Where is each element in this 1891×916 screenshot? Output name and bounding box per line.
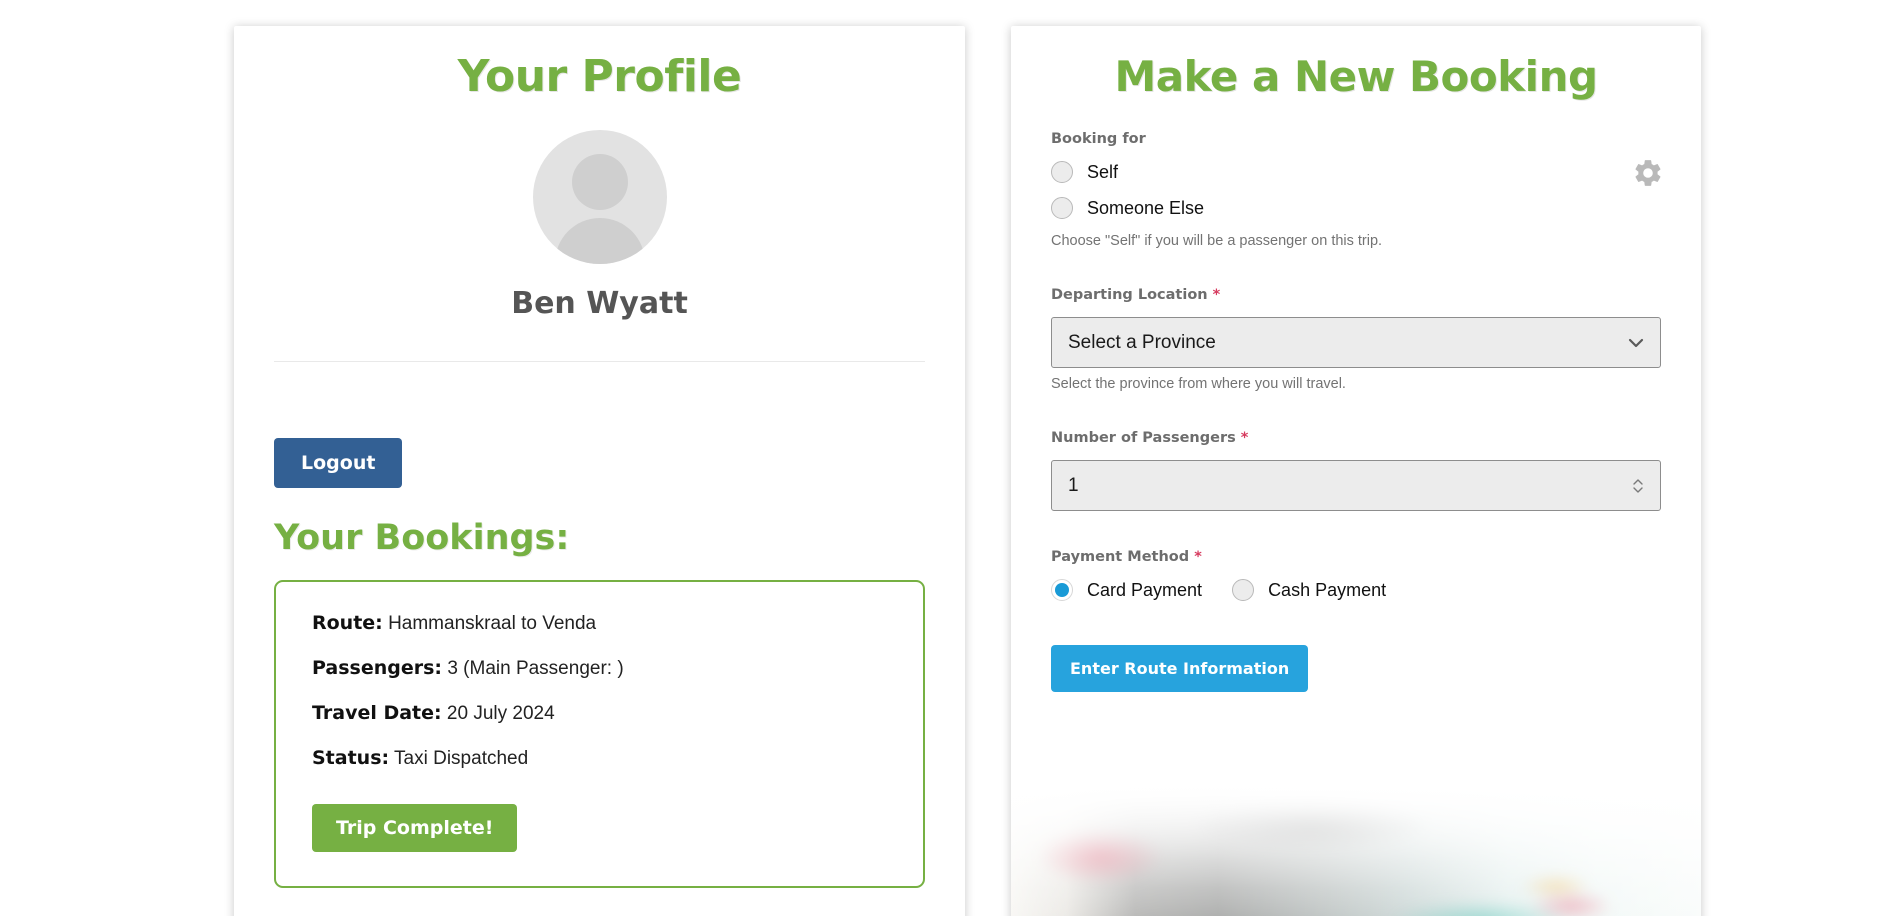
page-root: Your Profile Ben Wyatt Logout Your Booki…	[0, 0, 1891, 916]
radio-someone-else-icon[interactable]	[1051, 197, 1073, 219]
spinner-up-down-icon[interactable]	[1632, 477, 1644, 495]
payment-method-group: Card Payment Cash Payment	[1051, 579, 1661, 615]
radio-cash-payment-icon[interactable]	[1232, 579, 1255, 601]
number-of-passengers-required: *	[1240, 430, 1249, 446]
avatar-head	[571, 154, 628, 210]
booking-route-row: Route: Hammanskraal to Venda	[312, 612, 887, 635]
radio-option-self[interactable]: Self	[1051, 161, 1661, 183]
booking-travel-date-value: 20 July 2024	[446, 703, 555, 724]
departing-location-label-text: Departing Location	[1051, 287, 1208, 303]
status-badge: Taxi Dispatched	[394, 748, 529, 769]
radio-card-payment-icon[interactable]	[1051, 579, 1073, 601]
number-of-passengers-value: 1	[1068, 474, 1079, 496]
payment-method-required: *	[1194, 549, 1202, 565]
number-of-passengers-input[interactable]: 1	[1051, 460, 1661, 511]
radio-option-someone-else[interactable]: Someone Else	[1051, 197, 1661, 219]
booking-passengers-row: Passengers: 3 (Main Passenger: )	[312, 657, 887, 680]
number-of-passengers-label: Number of Passengers *	[1051, 430, 1661, 446]
profile-divider	[274, 361, 925, 362]
booking-route-label: Route:	[312, 612, 383, 634]
departing-location-label: Departing Location *	[1051, 287, 1661, 303]
radio-self-icon[interactable]	[1051, 161, 1073, 183]
radio-card-payment-label: Card Payment	[1087, 579, 1203, 600]
departing-location-select[interactable]: Select a Province	[1051, 317, 1661, 368]
radio-option-cash-payment[interactable]: Cash Payment	[1232, 579, 1386, 601]
chevron-down-icon	[1628, 335, 1644, 351]
booking-for-label: Booking for	[1051, 131, 1146, 147]
booking-travel-date-label: Travel Date:	[312, 702, 442, 724]
background-photo	[1011, 786, 1701, 916]
new-booking-card: Make a New Booking Booking for Self Some…	[1011, 26, 1701, 916]
profile-card: Your Profile Ben Wyatt Logout Your Booki…	[234, 26, 965, 916]
page-title: Your Profile	[457, 51, 742, 102]
booking-status-row: Status: Taxi Dispatched	[312, 747, 887, 770]
number-of-passengers-label-text: Number of Passengers	[1051, 430, 1236, 446]
new-booking-title: Make a New Booking	[1114, 52, 1598, 101]
radio-self-label: Self	[1087, 161, 1119, 182]
logout-button[interactable]: Logout	[274, 438, 403, 488]
booking-passengers-value: 3 (Main Passenger: )	[447, 658, 624, 679]
booking-for-help-text: Choose "Self" if you will be a passenger…	[1051, 233, 1383, 249]
trip-complete-button[interactable]: Trip Complete!	[312, 804, 518, 852]
enter-route-information-button[interactable]: Enter Route Information	[1051, 645, 1309, 692]
payment-method-label-text: Payment Method	[1051, 549, 1190, 565]
bookings-heading: Your Bookings:	[274, 518, 570, 558]
profile-name: Ben Wyatt	[511, 286, 688, 321]
departing-location-required: *	[1212, 287, 1221, 303]
gear-icon[interactable]	[1632, 157, 1664, 189]
avatar	[532, 130, 667, 264]
avatar-wrapper	[274, 130, 925, 264]
avatar-body	[554, 218, 645, 264]
radio-cash-payment-label: Cash Payment	[1268, 579, 1387, 600]
background-photo-fade	[1011, 786, 1701, 916]
booking-status-label: Status:	[312, 747, 390, 769]
booking-passengers-label: Passengers:	[312, 657, 443, 679]
departing-location-help-text: Select the province from where you will …	[1051, 376, 1346, 392]
booking-travel-date-row: Travel Date: 20 July 2024	[312, 702, 887, 725]
payment-method-label: Payment Method *	[1051, 549, 1661, 565]
booking-list-item: Route: Hammanskraal to Venda Passengers:…	[274, 580, 925, 888]
radio-option-card-payment[interactable]: Card Payment	[1051, 579, 1202, 601]
departing-location-value: Select a Province	[1068, 331, 1216, 353]
radio-someone-else-label: Someone Else	[1087, 197, 1205, 218]
booking-route-value: Hammanskraal to Venda	[388, 613, 597, 634]
